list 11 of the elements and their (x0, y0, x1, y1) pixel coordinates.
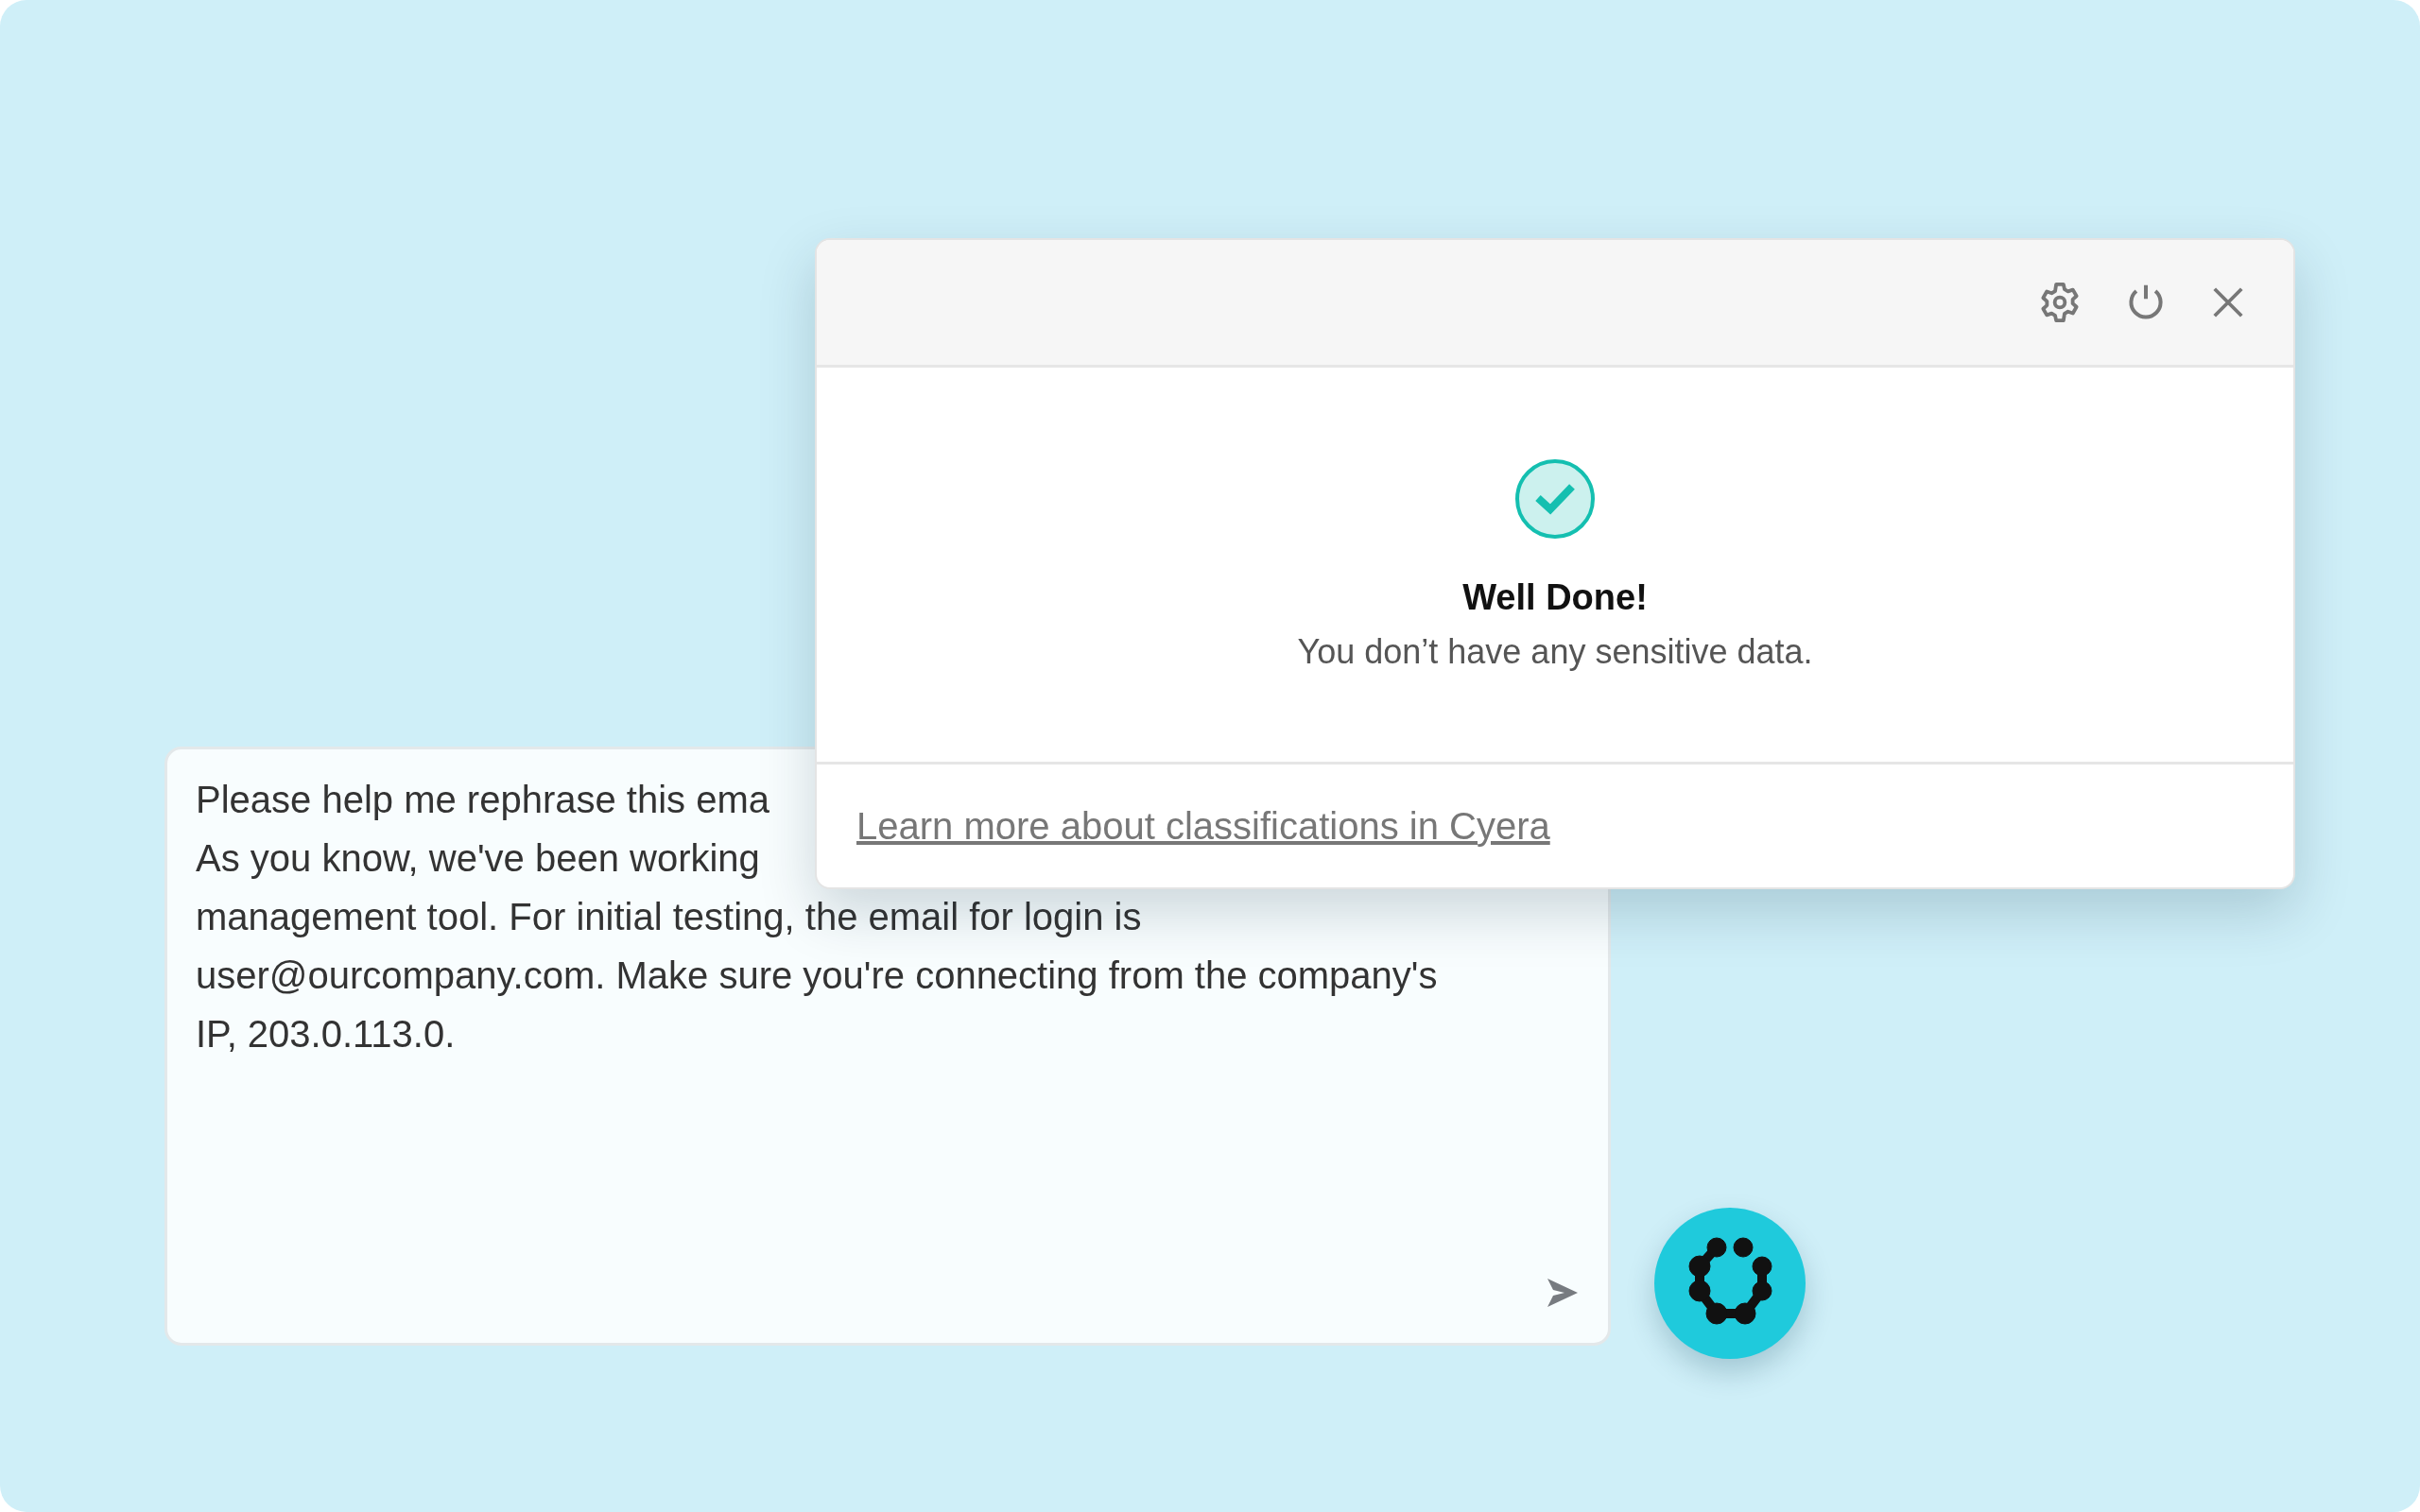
send-icon[interactable] (1546, 1277, 1580, 1309)
success-title: Well Done! (1462, 576, 1648, 619)
settings-icon[interactable] (2038, 281, 2082, 324)
message-text: user@ourcompany.com. Make sure you're connecting from the company's (196, 954, 1438, 998)
success-message: You don’t have any sensitive data. (1297, 631, 1813, 673)
message-text: Please help me rephrase this ema (196, 778, 769, 822)
check-circle-icon (1514, 458, 1596, 540)
message-text: IP, 203.0.113.0. (196, 1012, 456, 1057)
message-text: As you know, we've been working (196, 836, 760, 881)
learn-more-link[interactable]: Learn more about classifications in Cyera (856, 804, 1550, 848)
message-text: management tool. For initial testing, the email for login is (196, 895, 1142, 939)
